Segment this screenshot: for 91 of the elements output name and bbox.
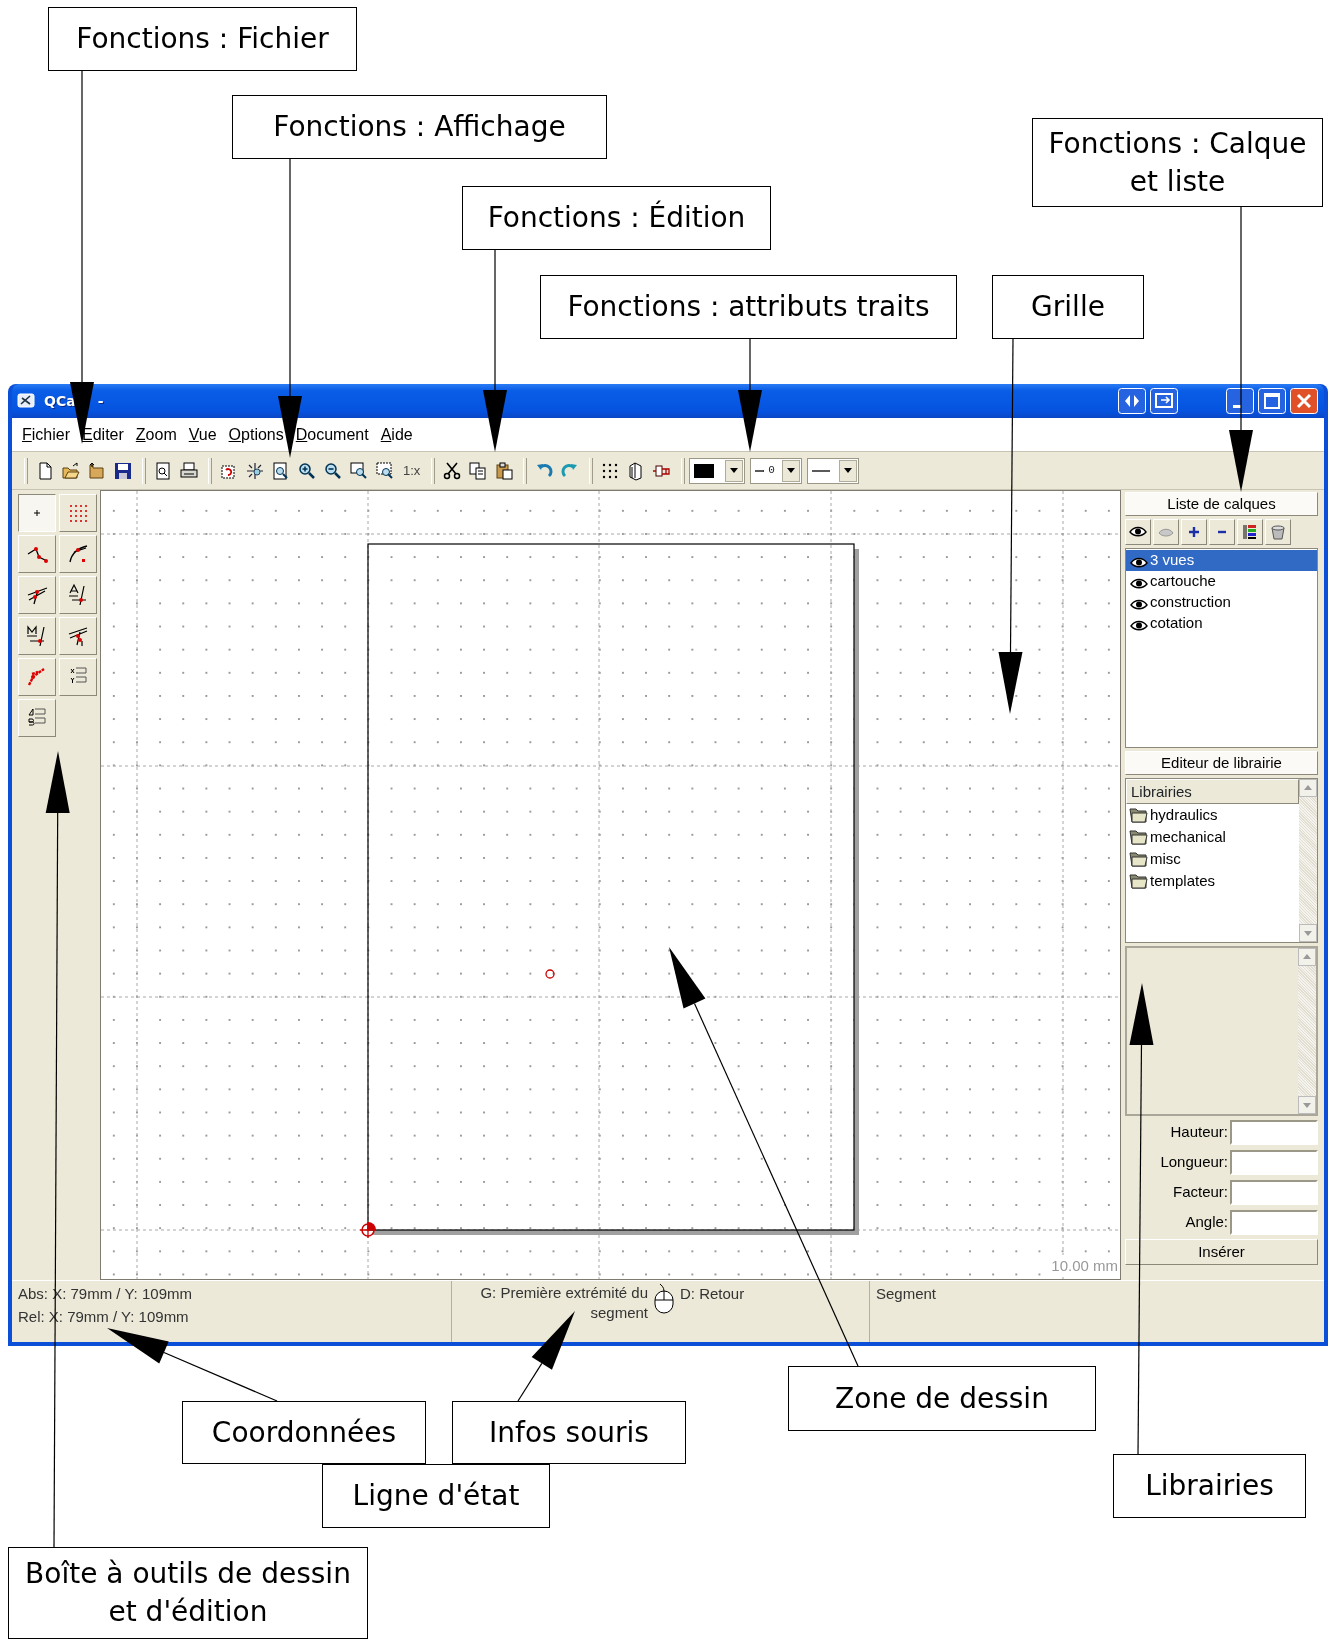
- callout-label: Zone de dessin: [788, 1366, 1096, 1431]
- marker-circle: [545, 969, 555, 979]
- layer-item[interactable]: cartouche: [1126, 571, 1317, 592]
- input-field[interactable]: [1230, 1120, 1318, 1145]
- mouse-hint: G: Première extrémité du segment: [479, 1283, 648, 1323]
- field-label: Facteur:: [1172, 1182, 1228, 1203]
- callout-label: Coordonnées: [182, 1401, 426, 1464]
- mouse-icon: [652, 1283, 676, 1315]
- printer-icon[interactable]: [179, 460, 199, 481]
- layer-item[interactable]: 3 vues: [1126, 550, 1317, 571]
- paste-icon[interactable]: [494, 460, 515, 481]
- tile-windows-button[interactable]: [1118, 388, 1146, 414]
- callout-label: Fonctions : Affichage: [232, 95, 607, 159]
- library-item[interactable]: templates: [1126, 870, 1299, 892]
- copy-icon[interactable]: [468, 460, 489, 481]
- field-label: Angle:: [1185, 1212, 1228, 1233]
- zoom-window-icon[interactable]: [349, 460, 369, 481]
- callout-label: Fonctions : Édition: [462, 186, 771, 250]
- trash-icon: [1268, 522, 1288, 542]
- layer-tool-button[interactable]: [1209, 519, 1235, 545]
- input-field[interactable]: [1230, 1180, 1318, 1205]
- scissors-icon[interactable]: [442, 460, 463, 481]
- menu-item[interactable]: Fichier: [22, 422, 70, 447]
- crossing-lines-icon: [66, 624, 90, 648]
- layer-item[interactable]: cotation: [1126, 613, 1317, 634]
- zoom-selection-icon[interactable]: [375, 460, 395, 481]
- layer-item[interactable]: construction: [1126, 592, 1317, 613]
- line-style-dropdown[interactable]: [806, 457, 859, 484]
- save-icon[interactable]: [113, 460, 133, 481]
- print-preview-icon[interactable]: [153, 460, 173, 481]
- callout-label: Librairies: [1113, 1454, 1306, 1518]
- folder-icon: [1129, 872, 1149, 890]
- menu-item[interactable]: Zoom: [135, 422, 177, 447]
- app-icon: [16, 391, 36, 411]
- line-icon: [755, 467, 765, 474]
- insert-button[interactable]: Insérer: [1125, 1239, 1318, 1265]
- minimize-button[interactable]: [1226, 388, 1254, 414]
- command-text: Segment: [876, 1284, 938, 1304]
- zoom-ratio-button[interactable]: 1:x: [403, 460, 421, 481]
- dropdown-button[interactable]: [725, 459, 744, 482]
- zoom-out-icon[interactable]: [323, 460, 343, 481]
- layer-tool-button[interactable]: [1237, 519, 1263, 545]
- input-field[interactable]: [1230, 1150, 1318, 1175]
- menu-item[interactable]: Vue: [188, 422, 217, 447]
- folder-icon[interactable]: [87, 460, 107, 481]
- folder-icon: [1129, 850, 1149, 868]
- menu-item[interactable]: Aide: [380, 422, 413, 447]
- field-label: Hauteur:: [1170, 1122, 1228, 1143]
- menu-item[interactable]: Options: [228, 422, 284, 447]
- close-button[interactable]: [1290, 388, 1318, 414]
- open-folder-icon[interactable]: [61, 460, 81, 481]
- library-item[interactable]: mechanical: [1126, 826, 1299, 848]
- line-icon: [811, 467, 830, 474]
- caret-icon: [843, 468, 852, 473]
- library-item[interactable]: hydraulics: [1126, 804, 1299, 826]
- field-label: Longueur:: [1160, 1152, 1228, 1173]
- layer-tool-button[interactable]: [1181, 519, 1207, 545]
- dropdown-button[interactable]: [838, 459, 857, 482]
- library-item[interactable]: misc: [1126, 848, 1299, 870]
- zoom-in-icon[interactable]: [297, 460, 317, 481]
- folder-icon: [1129, 806, 1149, 824]
- caret-icon: [786, 468, 795, 473]
- origin-marker-icon: [359, 1221, 377, 1239]
- crosshair-icon[interactable]: [245, 460, 265, 481]
- caret-icon: [730, 468, 739, 473]
- folder-icon: [1129, 828, 1149, 846]
- callout-label: Fonctions : Fichier: [48, 7, 357, 71]
- line-width-dropdown[interactable]: 0: [750, 457, 802, 484]
- layer-tool-button[interactable]: [1125, 519, 1151, 545]
- window-title: -: [97, 391, 104, 411]
- panel-title: Editeur de librairie: [1125, 751, 1318, 775]
- panel-title: Liste de calques: [1125, 492, 1318, 516]
- mouse-hint: D: Retour: [680, 1284, 745, 1304]
- callout-label: Boîte à outils de dessin et d'édition: [8, 1547, 368, 1639]
- callout-label: Fonctions : attributs traits: [540, 275, 957, 339]
- line-width-value: 0: [768, 463, 775, 479]
- remove-layer-icon: [1218, 530, 1226, 534]
- color-dropdown[interactable]: [689, 457, 746, 484]
- input-field[interactable]: [1230, 1210, 1318, 1235]
- callout-label: Fonctions : Calque et liste: [1032, 118, 1323, 207]
- maximize-button[interactable]: [1258, 388, 1286, 414]
- point-icon: [33, 509, 41, 517]
- dropdown-button[interactable]: [781, 459, 800, 482]
- callout-label: Grille: [992, 275, 1144, 339]
- menu-item[interactable]: Editer: [82, 422, 124, 447]
- scale-label: 10.00 mm: [1051, 1254, 1118, 1277]
- menu-item[interactable]: Document: [295, 422, 369, 447]
- detach-button[interactable]: [1150, 388, 1178, 414]
- column-header: Librairies: [1126, 779, 1299, 804]
- callout-label: Ligne d'état: [322, 1464, 550, 1528]
- callout-label: Infos souris: [452, 1401, 686, 1464]
